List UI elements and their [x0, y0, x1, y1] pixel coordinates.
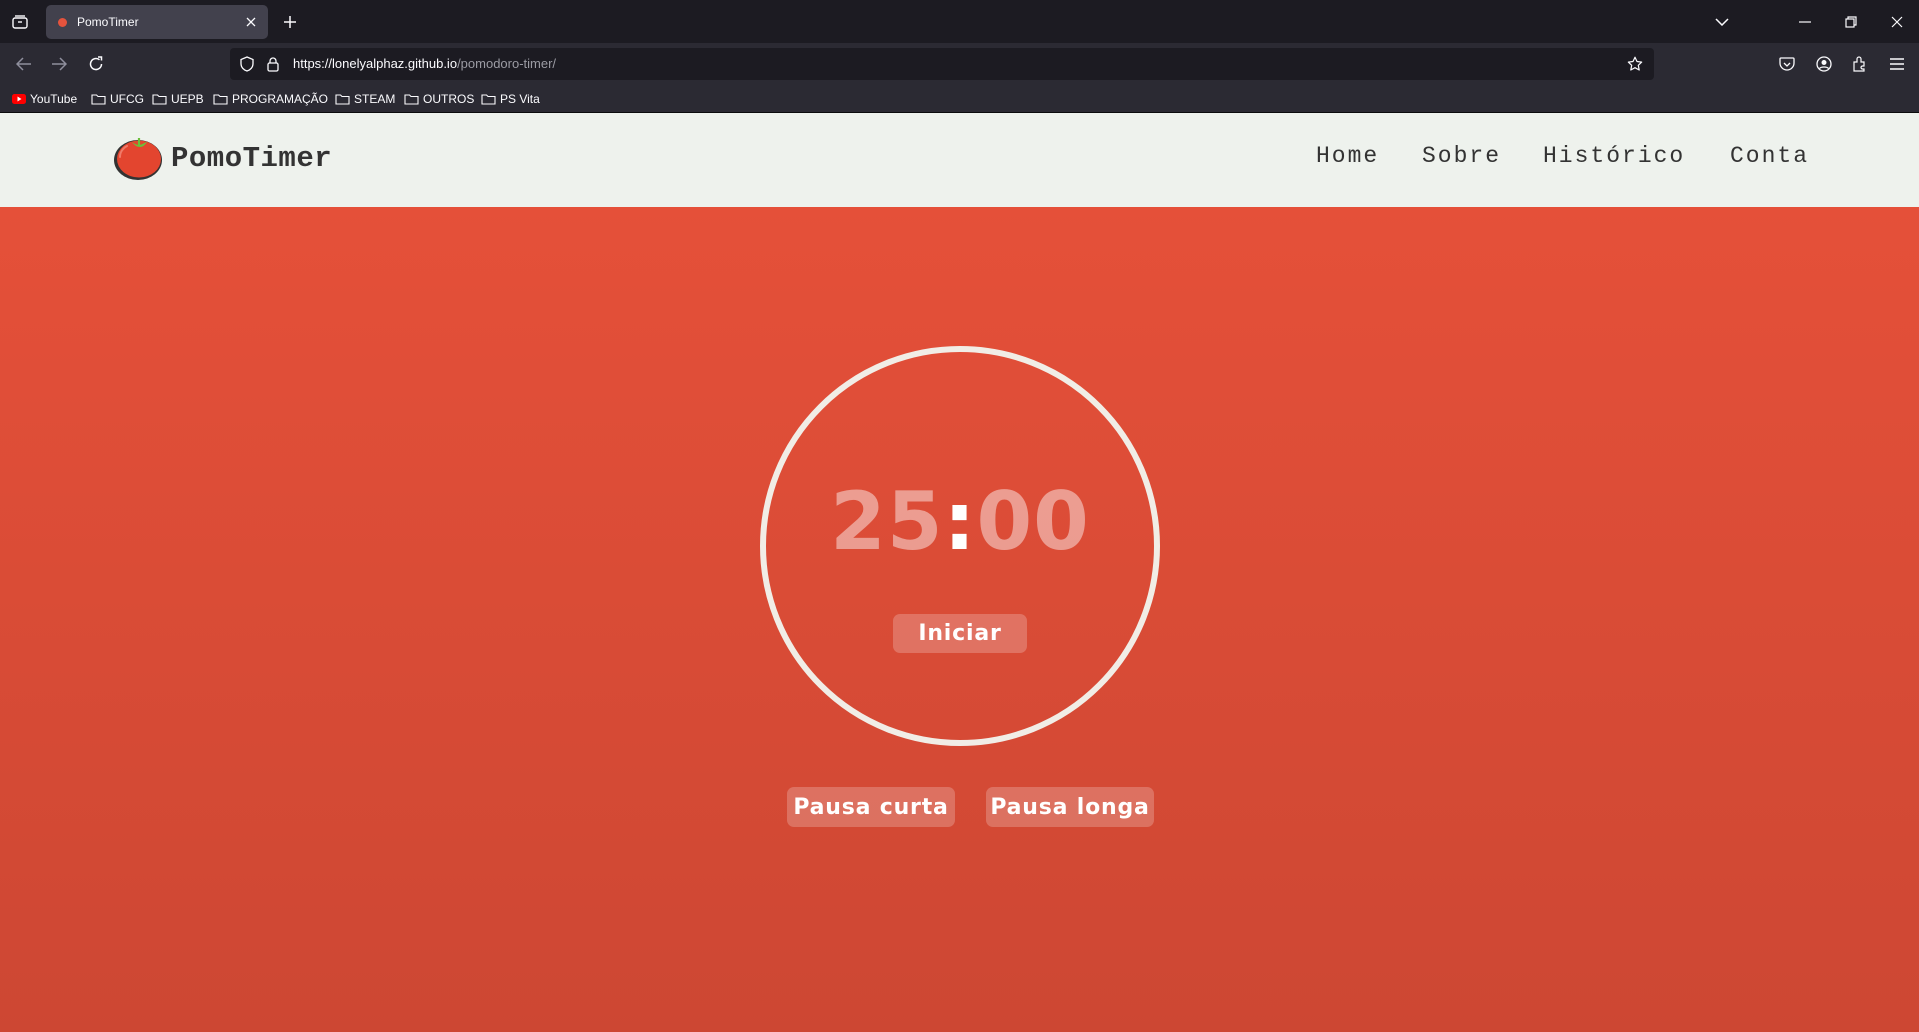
bookmark-folder-ps-vita[interactable]: PS Vita	[481, 90, 540, 108]
site-nav: Home Sobre Histórico Conta	[0, 143, 1919, 183]
bookmark-label: UEPB	[171, 92, 204, 106]
start-button[interactable]: Iniciar	[893, 614, 1027, 653]
folder-icon	[213, 94, 228, 105]
close-tab-icon[interactable]	[242, 13, 260, 31]
url-host: https://lonelyalphaz.github.io	[293, 56, 458, 71]
timer-seconds: 00	[976, 475, 1090, 568]
folder-icon	[152, 94, 167, 105]
bookmark-folder-ufcg[interactable]: UFCG	[91, 90, 144, 108]
short-break-button[interactable]: Pausa curta	[787, 787, 955, 827]
close-window-icon[interactable]	[1885, 10, 1909, 34]
minimize-icon[interactable]	[1793, 10, 1817, 34]
nav-link-historico[interactable]: Histórico	[1543, 143, 1685, 169]
timer-minutes: 25	[830, 475, 944, 568]
bookmark-folder-programacao[interactable]: PROGRAMAÇÃO	[213, 90, 328, 108]
bookmark-label: YouTube	[30, 92, 78, 106]
web-page: PomoTimer Home Sobre Histórico Conta 25:…	[0, 113, 1919, 1032]
tab-title: PomoTimer	[77, 15, 139, 29]
youtube-icon	[12, 94, 26, 104]
browser-navigation-bar: https://lonelyalphaz.github.io/pomodoro-…	[0, 43, 1919, 85]
timer-separator: :	[943, 475, 977, 568]
lock-icon[interactable]	[264, 55, 282, 73]
browser-tab-bar: PomoTimer	[0, 0, 1919, 43]
site-header: PomoTimer Home Sobre Histórico Conta	[0, 113, 1919, 207]
bookmark-label: UFCG	[110, 92, 144, 106]
list-all-tabs-icon[interactable]	[1710, 10, 1734, 34]
account-icon[interactable]	[1812, 52, 1836, 76]
bookmark-youtube[interactable]: YouTube	[12, 90, 77, 108]
folder-icon	[404, 94, 419, 105]
restore-icon[interactable]	[1839, 10, 1863, 34]
bookmark-star-icon[interactable]	[1626, 55, 1644, 73]
browser-tab-active[interactable]: PomoTimer	[46, 5, 268, 39]
folder-icon	[91, 94, 106, 105]
tab-list-icon[interactable]	[10, 12, 30, 32]
timer-display: 25:00	[760, 475, 1160, 568]
bookmark-label: STEAM	[354, 92, 396, 106]
folder-icon	[481, 94, 496, 105]
bookmark-folder-steam[interactable]: STEAM	[335, 90, 395, 108]
forward-arrow-icon[interactable]	[45, 51, 73, 77]
tomato-favicon-icon	[58, 17, 67, 27]
url-text: https://lonelyalphaz.github.io/pomodoro-…	[293, 56, 556, 71]
folder-icon	[335, 94, 350, 105]
bookmark-label: OUTROS	[423, 92, 475, 106]
extensions-icon[interactable]	[1848, 52, 1872, 76]
bookmark-folder-outros[interactable]: OUTROS	[404, 90, 474, 108]
menu-hamburger-icon[interactable]	[1885, 52, 1909, 76]
back-arrow-icon[interactable]	[10, 51, 38, 77]
new-tab-icon[interactable]	[280, 12, 300, 32]
bookmark-label: PROGRAMAÇÃO	[232, 92, 329, 106]
url-path: /pomodoro-timer/	[457, 56, 557, 71]
pocket-icon[interactable]	[1775, 52, 1799, 76]
bookmark-label: PS Vita	[500, 92, 540, 106]
bookmark-folder-uepb[interactable]: UEPB	[152, 90, 204, 108]
timer-section: 25:00 Iniciar Pausa curta Pausa longa	[0, 207, 1919, 1032]
long-break-button[interactable]: Pausa longa	[986, 787, 1154, 827]
nav-link-sobre[interactable]: Sobre	[1422, 143, 1501, 169]
nav-link-home[interactable]: Home	[1316, 143, 1379, 169]
reload-icon[interactable]	[82, 51, 110, 77]
bookmarks-toolbar: YouTube UFCG UEPB PROGRAMAÇÃO STEAM OUTR…	[0, 85, 1919, 113]
address-bar[interactable]: https://lonelyalphaz.github.io/pomodoro-…	[230, 48, 1654, 80]
shield-icon[interactable]	[238, 55, 256, 73]
nav-link-conta[interactable]: Conta	[1730, 143, 1809, 169]
